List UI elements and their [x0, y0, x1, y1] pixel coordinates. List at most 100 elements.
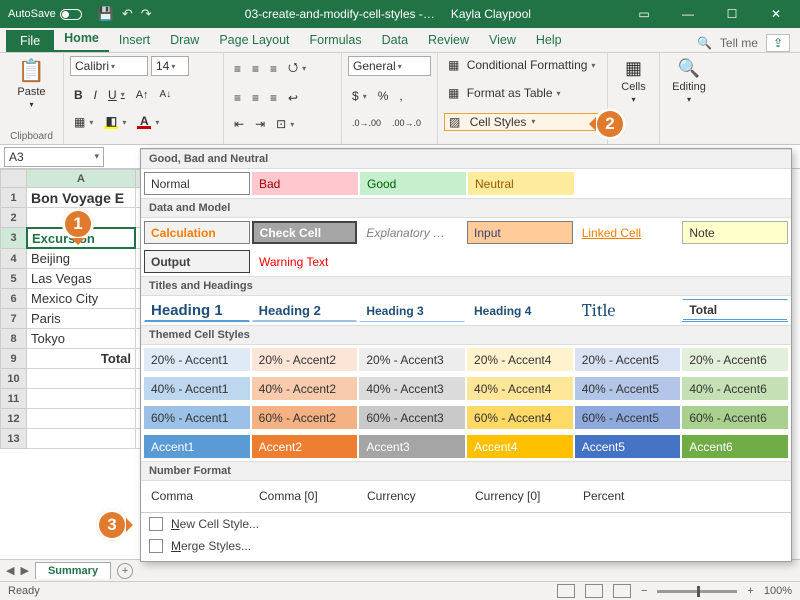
tab-data[interactable]: Data	[372, 29, 418, 52]
ribbon-options-icon[interactable]: ▭	[624, 0, 664, 28]
style-accent[interactable]: Accent4	[467, 435, 573, 458]
italic-button[interactable]: I	[90, 86, 101, 104]
name-box[interactable]: A3▾	[4, 147, 104, 167]
fill-color-button[interactable]: ◧	[100, 113, 130, 131]
style-warning-text[interactable]: Warning Text	[252, 250, 358, 273]
minimize-icon[interactable]: —	[668, 0, 708, 28]
sheet-tab-summary[interactable]: Summary	[35, 562, 111, 579]
style-accent[interactable]: Accent5	[575, 435, 681, 458]
style-accent[interactable]: Accent3	[359, 435, 465, 458]
page-break-view-button[interactable]	[613, 584, 631, 598]
cell-a1[interactable]: Bon Voyage E	[27, 188, 136, 208]
row-header[interactable]: 8	[1, 329, 27, 349]
style-bad[interactable]: Bad	[252, 172, 358, 195]
style-output[interactable]: Output	[144, 250, 250, 273]
style-accent[interactable]: Accent6	[682, 435, 788, 458]
tab-draw[interactable]: Draw	[160, 29, 209, 52]
col-header-a[interactable]: A	[27, 170, 136, 188]
tab-help[interactable]: Help	[526, 29, 572, 52]
row-header[interactable]: 12	[1, 409, 27, 429]
sheet-nav-prev-icon[interactable]: ◀	[6, 564, 14, 577]
row-header[interactable]: 5	[1, 269, 27, 289]
tab-file[interactable]: File	[6, 30, 54, 52]
font-color-button[interactable]: A	[133, 113, 163, 131]
row-header[interactable]: 4	[1, 249, 27, 269]
percent-format-button[interactable]: %	[374, 87, 393, 105]
style-accent[interactable]: 60% - Accent1	[144, 406, 250, 429]
tab-home[interactable]: Home	[54, 27, 109, 52]
row-header[interactable]: 9	[1, 349, 27, 369]
style-accent[interactable]: 40% - Accent3	[359, 377, 465, 400]
cells-button[interactable]: ▦ Cells▾	[614, 56, 653, 106]
add-sheet-button[interactable]: +	[117, 563, 133, 579]
save-icon[interactable]: 💾	[98, 6, 114, 22]
tab-review[interactable]: Review	[418, 29, 479, 52]
style-accent[interactable]: 60% - Accent4	[467, 406, 573, 429]
style-input[interactable]: Input	[467, 221, 573, 244]
style-heading4[interactable]: Heading 4	[467, 299, 573, 322]
share-button[interactable]: ⇪	[766, 34, 790, 52]
number-format-select[interactable]: General	[348, 56, 431, 76]
row-header[interactable]: 6	[1, 289, 27, 309]
style-accent[interactable]: 60% - Accent5	[575, 406, 681, 429]
select-all-corner[interactable]	[1, 170, 27, 188]
wrap-text-button[interactable]: ↩	[284, 89, 302, 107]
underline-button[interactable]: U	[104, 86, 129, 104]
decrease-decimal-button[interactable]: .00→.0	[388, 116, 425, 130]
style-accent[interactable]: 20% - Accent5	[575, 348, 681, 371]
row-header[interactable]: 13	[1, 429, 27, 449]
style-accent[interactable]: 60% - Accent2	[252, 406, 358, 429]
zoom-in-button[interactable]: +	[747, 585, 753, 597]
borders-button[interactable]: ▦	[70, 113, 97, 131]
cell-a7[interactable]: Paris	[27, 309, 136, 329]
merge-styles-menu[interactable]: Merge Styles...	[141, 535, 791, 557]
style-accent[interactable]: 40% - Accent2	[252, 377, 358, 400]
increase-indent-button[interactable]: ⇥	[251, 115, 269, 133]
row-header[interactable]: 7	[1, 309, 27, 329]
normal-view-button[interactable]	[557, 584, 575, 598]
style-accent[interactable]: 60% - Accent3	[359, 406, 465, 429]
font-size-select[interactable]: 14	[151, 56, 189, 76]
style-accent[interactable]: 20% - Accent4	[467, 348, 573, 371]
paste-button[interactable]: 📋 Paste ▾	[6, 56, 57, 111]
row-header[interactable]: 3	[1, 228, 27, 249]
undo-icon[interactable]: ↶	[122, 6, 133, 22]
editing-button[interactable]: 🔍 Editing▾	[666, 56, 712, 106]
style-linked-cell[interactable]: Linked Cell	[575, 221, 681, 244]
style-comma[interactable]: Comma	[144, 484, 250, 507]
style-total[interactable]: Total	[682, 299, 788, 322]
increase-decimal-button[interactable]: .0→.00	[348, 116, 385, 130]
align-bottom-button[interactable]: ≡	[266, 60, 281, 78]
style-explanatory[interactable]: Explanatory …	[359, 221, 465, 244]
style-currency[interactable]: Currency	[360, 484, 466, 507]
style-title[interactable]: Title	[575, 299, 681, 322]
style-calculation[interactable]: Calculation	[144, 221, 250, 244]
page-layout-view-button[interactable]	[585, 584, 603, 598]
style-accent[interactable]: 20% - Accent1	[144, 348, 250, 371]
row-header[interactable]: 10	[1, 369, 27, 389]
style-accent[interactable]: 40% - Accent6	[682, 377, 788, 400]
decrease-indent-button[interactable]: ⇤	[230, 115, 248, 133]
style-accent[interactable]: 60% - Accent6	[682, 406, 788, 429]
bold-button[interactable]: B	[70, 86, 87, 104]
style-accent[interactable]: 20% - Accent2	[252, 348, 358, 371]
accounting-format-button[interactable]: $	[348, 87, 371, 105]
autosave-toggle[interactable]: AutoSave	[8, 8, 82, 20]
new-cell-style-menu[interactable]: New Cell Style...	[141, 513, 791, 535]
style-accent[interactable]: 40% - Accent4	[467, 377, 573, 400]
zoom-slider[interactable]	[657, 590, 737, 593]
shrink-font-button[interactable]: A↓	[156, 87, 176, 102]
conditional-formatting-button[interactable]: ▦ Conditional Formatting	[444, 56, 602, 74]
cell-styles-button[interactable]: ▨ Cell Styles	[444, 113, 601, 131]
cell-a8[interactable]: Tokyo	[27, 329, 136, 349]
style-percent[interactable]: Percent	[576, 484, 682, 507]
style-heading1[interactable]: Heading 1	[144, 299, 250, 322]
merge-button[interactable]: ⊡	[272, 115, 298, 133]
format-as-table-button[interactable]: ▦ Format as Table	[444, 84, 582, 102]
maximize-icon[interactable]: ☐	[712, 0, 752, 28]
cell-a9[interactable]: Total	[27, 349, 136, 369]
cell-a6[interactable]: Mexico City	[27, 289, 136, 309]
align-middle-button[interactable]: ≡	[248, 60, 263, 78]
style-accent[interactable]: Accent1	[144, 435, 250, 458]
style-neutral[interactable]: Neutral	[468, 172, 574, 195]
